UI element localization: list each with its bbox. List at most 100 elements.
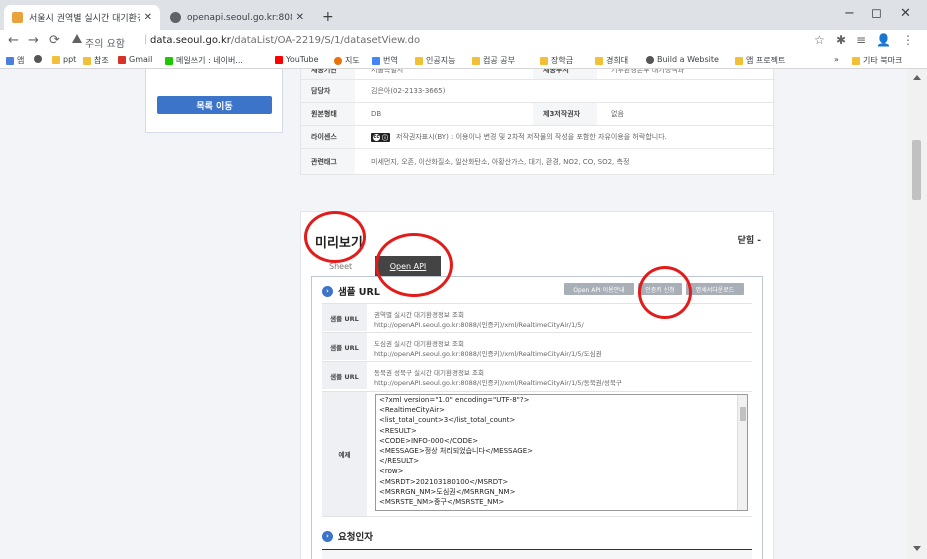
bookmark-folder-scholarship[interactable]: 장학금: [540, 55, 573, 66]
bookmark-label: 컴공 공부: [483, 56, 515, 65]
folder-icon: [540, 56, 548, 65]
bookmark-folder-ai[interactable]: 인공지능: [415, 55, 455, 66]
bookmark-maps[interactable]: 지도: [334, 55, 360, 66]
xml-line: <MSRRGN_NM>도심권</MSRRGN_NM>: [379, 487, 516, 496]
info-label: 원본형태: [301, 103, 355, 125]
minimize-button[interactable]: −: [844, 6, 855, 21]
bookmark-label: 기타 북마크: [863, 56, 903, 65]
close-window-button[interactable]: ✕: [900, 6, 911, 21]
youtube-icon: [275, 55, 283, 64]
security-warning[interactable]: 주의 요함: [85, 35, 125, 50]
info-value: 미세먼지, 오존, 이산화질소, 일산화탄소, 아황산가스, 대기, 환경, N…: [371, 157, 630, 166]
request-params-heading: › 요청인자: [322, 529, 373, 543]
browser-tab-inactive[interactable]: openapi.seoul.go.kr:8088/4a71c ✕: [162, 5, 312, 30]
bookmark-folder-app[interactable]: 앱 프로젝트: [735, 55, 785, 66]
bookmark-label: 메일쓰기 : 네이버...: [176, 56, 243, 65]
scroll-down-arrow-icon[interactable]: [913, 546, 921, 551]
preview-close-button[interactable]: 닫힘 -: [738, 233, 761, 246]
page-scroll-thumb[interactable]: [912, 140, 921, 200]
folder-icon: [735, 56, 743, 65]
xml-line: <?xml version="1.0" encoding="UTF-8"?>: [379, 396, 530, 404]
bookmark-label: 번역: [383, 56, 398, 65]
folder-icon: [595, 56, 603, 65]
browser-tab-active[interactable]: 서울시 권역별 실시간 대기환경 ✕: [4, 5, 160, 30]
xml-line: <RESULT>: [379, 426, 417, 435]
bookmark-naver-mail[interactable]: 메일쓰기 : 네이버...: [165, 55, 243, 66]
xml-scrollbar[interactable]: [737, 395, 747, 510]
folder-icon: [472, 56, 480, 65]
sample-url-link[interactable]: http://openAPI.seoul.go.kr:8088/(인증키)/xm…: [374, 319, 584, 329]
left-side-panel: 목록 이동: [145, 69, 283, 133]
map-pin-icon: [334, 56, 342, 65]
spec-download-button[interactable]: 명세서다운로드: [686, 283, 744, 295]
xml-line: <list_total_count>3</list_total_count>: [379, 416, 516, 425]
profile-icon[interactable]: 👤: [876, 33, 891, 47]
bookmark-build-website[interactable]: Build a Website: [646, 55, 719, 64]
dataset-info-table: 제공기관 서울특별시 제공부서 기후환경본부 대기정책과 담당자 김은아(02-…: [300, 69, 775, 175]
info-value: 없음: [611, 110, 624, 118]
bookmark-folder-ppt[interactable]: ppt: [52, 55, 76, 64]
sample-name: 동북권 성북구 실시간 대기환경정보 조회: [374, 369, 484, 377]
bookmark-youtube[interactable]: YouTube: [275, 55, 319, 64]
bookmarks-bar: 앱 ppt 참조 Gmail 메일쓰기 : 네이버... YouTube 지도 …: [0, 52, 927, 69]
bookmark-folder-khu[interactable]: 경희대: [595, 55, 628, 66]
star-icon[interactable]: ☆: [814, 33, 825, 47]
info-value: 기후환경본부 대기정책과: [611, 69, 685, 74]
open-api-guide-button[interactable]: Open API 이용안내: [564, 283, 634, 295]
other-bookmarks[interactable]: 기타 북마크: [852, 55, 902, 66]
sample-url-link[interactable]: http://openAPI.seoul.go.kr:8088/(인증키)/xm…: [374, 348, 602, 358]
extension-icon[interactable]: ✱: [836, 33, 846, 47]
folder-icon: [852, 56, 860, 65]
close-tab-icon[interactable]: ✕: [144, 12, 152, 23]
bookmarks-overflow-button[interactable]: »: [834, 55, 839, 64]
page-viewport: 목록 이동 제공기관 서울특별시 제공부서 기후환경본부 대기정책과 담당자 김…: [0, 69, 907, 559]
browser-tab-strip: 서울시 권역별 실시간 대기환경 ✕ openapi.seoul.go.kr:8…: [0, 0, 927, 30]
bookmark-gmail[interactable]: Gmail: [118, 55, 152, 64]
info-value: 서울특별시: [371, 69, 404, 74]
forward-button[interactable]: →: [28, 33, 39, 48]
sample-url-label: 샘플 URL: [322, 362, 367, 389]
xml-example-textarea[interactable]: <?xml version="1.0" encoding="UTF-8"?> <…: [375, 394, 748, 511]
info-row-provider: 제공기관 서울특별시 제공부서 기후환경본부 대기정책과: [301, 69, 775, 80]
chevron-right-icon: ›: [322, 530, 333, 542]
url-path: /dataList/OA-2219/S/1/datasetView.do: [230, 35, 421, 46]
maximize-button[interactable]: ◻: [871, 6, 882, 21]
back-button[interactable]: ←: [8, 33, 19, 48]
bookmark-label: ppt: [63, 55, 77, 64]
cc-license-icon: cc ⓘ: [371, 132, 391, 142]
request-params-table: [322, 549, 752, 559]
list-move-button[interactable]: 목록 이동: [157, 96, 272, 114]
reload-button[interactable]: ⟳: [49, 33, 60, 48]
bookmark-apps[interactable]: 앱: [6, 55, 24, 66]
sample-url-link[interactable]: http://openAPI.seoul.go.kr:8088/(인증키)/xm…: [374, 377, 622, 387]
request-params-heading-text: 요청인자: [338, 532, 373, 543]
bookmark-folder-ref[interactable]: 참조: [83, 55, 109, 66]
bookmark-translate[interactable]: 번역: [372, 55, 398, 66]
bookmark-label: 인공지능: [426, 56, 456, 65]
url-separator: |: [144, 34, 148, 45]
menu-icon[interactable]: ⋮: [902, 33, 914, 47]
sample-url-label: 샘플 URL: [322, 304, 367, 331]
bookmark-github[interactable]: [34, 55, 45, 63]
close-tab-icon[interactable]: ✕: [296, 12, 304, 23]
warning-icon[interactable]: [72, 34, 82, 43]
sample-url-heading: › 샘플 URL: [322, 284, 380, 298]
open-api-panel: › 샘플 URL Open API 이용안내 인증키 신청 명세서다운로드 샘플…: [311, 276, 763, 559]
annotation-circle-open-api: [375, 233, 453, 297]
info-label: 관련태그: [301, 149, 355, 174]
address-bar: ← → ⟳ 주의 요함 | data.seoul.go.kr/dataList/…: [0, 30, 927, 52]
url-host: data.seoul.go.kr: [150, 35, 231, 46]
info-value: cc ⓘ 저작권자표시(BY) : 이용이나 변경 및 2차적 저작물의 작성을 …: [361, 126, 771, 148]
reading-list-icon[interactable]: ≡: [856, 33, 866, 47]
xml-line: <MESSAGE>정상 처리되었습니다</MESSAGE>: [379, 447, 533, 456]
annotation-circle-preview: [304, 211, 366, 263]
bookmark-folder-cs[interactable]: 컴공 공부: [472, 55, 515, 66]
info-label: 제공부서: [533, 69, 597, 79]
page-scrollbar[interactable]: [907, 69, 927, 559]
scroll-up-arrow-icon[interactable]: [913, 75, 921, 80]
url-input[interactable]: data.seoul.go.kr/dataList/OA-2219/S/1/da…: [150, 35, 420, 46]
annotation-circle-api-key: [638, 266, 692, 319]
new-tab-button[interactable]: +: [322, 9, 334, 25]
tab-sheet[interactable]: Sheet: [329, 262, 352, 271]
xml-scroll-thumb[interactable]: [740, 407, 746, 421]
